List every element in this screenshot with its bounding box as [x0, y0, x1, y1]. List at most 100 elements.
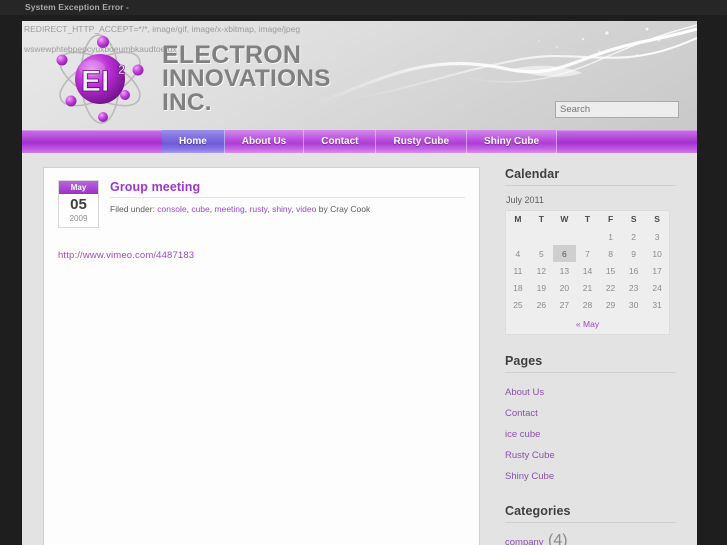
calendar-day	[553, 228, 576, 245]
calendar-prev-month-link[interactable]: « May	[576, 319, 599, 329]
calendar-day[interactable]: 15	[599, 262, 622, 279]
calendar-day[interactable]: 13	[553, 262, 576, 279]
error-overlay-line-1: REDIRECT_HTTP_ACCEPT=*/*, image/gif, ima…	[24, 24, 301, 34]
nav-label: Rusty Cube	[393, 136, 450, 147]
post-by-label: by	[318, 204, 328, 214]
category-link-company[interactable]: company	[505, 537, 544, 545]
page-canvas: REDIRECT_HTTP_ACCEPT=*/*, image/gif, ima…	[22, 21, 697, 545]
calendar-day[interactable]: 29	[599, 296, 622, 313]
post-tag-rusty[interactable]: rusty	[250, 204, 268, 214]
category-count: (4)	[548, 531, 568, 545]
svg-text:EI: EI	[81, 65, 109, 98]
calendar-table: M T W T F S S 1 2 3 4 5 6 7 8 9 10 11 12…	[505, 210, 670, 335]
post-tag-shiny[interactable]: shiny	[272, 204, 291, 214]
categories-heading: Categories	[505, 504, 676, 523]
widget-categories: Categories company (4) computer (7) cons…	[505, 504, 676, 545]
logo-wordmark: ELECTRON INNOVATIONS INC.	[162, 43, 331, 115]
calendar-day[interactable]: 5	[530, 245, 553, 262]
calendar-day[interactable]: 3	[645, 228, 669, 245]
calendar-caption: July 2011	[506, 195, 544, 205]
calendar-day[interactable]: 25	[506, 296, 530, 313]
calendar-day[interactable]: 8	[599, 245, 622, 262]
search-input[interactable]	[555, 101, 679, 118]
logo-line-1: ELECTRON	[162, 41, 302, 69]
calendar-day[interactable]: 20	[553, 279, 576, 296]
post-tag-video[interactable]: video	[296, 204, 316, 214]
list-item: ice cube	[505, 422, 676, 443]
calendar-day[interactable]: 28	[576, 296, 599, 313]
widget-pages: Pages About Us Contact ice cube Rusty Cu…	[505, 354, 676, 485]
calendar-weekday: M	[514, 214, 522, 224]
page-link-shiny-cube[interactable]: Shiny Cube	[505, 471, 554, 482]
calendar-day[interactable]: 1	[599, 228, 622, 245]
calendar-day[interactable]: 7	[576, 245, 599, 262]
widget-calendar: Calendar July 2011 M T W T F S S 1 2 3 4…	[505, 167, 676, 335]
calendar-weekday: T	[538, 214, 544, 224]
calendar-day	[530, 228, 553, 245]
nav-label: About Us	[241, 136, 287, 147]
list-item: company (4)	[505, 530, 676, 545]
calendar-day[interactable]: 12	[530, 262, 553, 279]
calendar-day	[506, 228, 530, 245]
calendar-day[interactable]: 4	[506, 245, 530, 262]
nav-item-contact[interactable]: Contact	[304, 130, 377, 153]
calendar-day[interactable]: 21	[576, 279, 599, 296]
nav-label: Home	[179, 136, 207, 147]
calendar-weekday: W	[560, 214, 569, 224]
calendar-day[interactable]: 23	[622, 279, 645, 296]
nav-item-rusty-cube[interactable]: Rusty Cube	[376, 130, 468, 153]
nav-item-shiny-cube[interactable]: Shiny Cube	[467, 130, 558, 153]
calendar-day[interactable]: 2	[622, 228, 645, 245]
calendar-day[interactable]: 18	[506, 279, 530, 296]
calendar-day[interactable]: 27	[553, 296, 576, 313]
filed-under-label: Filed under:	[110, 204, 155, 214]
window-title: System Exception Error -	[25, 2, 129, 12]
page-link-about-us[interactable]: About Us	[505, 387, 544, 398]
post-title[interactable]: Group meeting	[110, 180, 465, 198]
post-author: Cray Cook	[330, 204, 371, 214]
nav-item-about-us[interactable]: About Us	[224, 130, 305, 153]
window-title-bar: System Exception Error -	[0, 0, 727, 15]
post-meta: Filed under: console, cube, meeting, rus…	[110, 204, 371, 214]
calendar-day[interactable]: 24	[645, 279, 669, 296]
nav-label: Contact	[321, 136, 359, 147]
calendar-day[interactable]: 26	[530, 296, 553, 313]
calendar-day[interactable]: 9	[622, 245, 645, 262]
calendar-day[interactable]: 16	[622, 262, 645, 279]
calendar-day[interactable]: 30	[622, 296, 645, 313]
post-header: May 05 2009 Group meeting Filed under: c…	[58, 180, 465, 228]
sidebar-column: Calendar July 2011 M T W T F S S 1 2 3 4…	[505, 167, 676, 545]
pages-heading: Pages	[505, 354, 676, 373]
calendar-day[interactable]: 14	[576, 262, 599, 279]
calendar-week-row: 11 12 13 14 15 16 17	[506, 262, 670, 279]
page-link-contact[interactable]: Contact	[505, 408, 538, 419]
error-overlay-line-2: wswewphtebpepcyuxboeumbkaudtoefux	[24, 44, 177, 54]
list-item: Shiny Cube	[505, 464, 676, 485]
post-body: Group meeting Filed under: console, cube…	[99, 180, 465, 228]
calendar-weekday: F	[607, 214, 614, 224]
post-date-month: May	[59, 181, 98, 194]
calendar-weekday: S	[630, 214, 637, 224]
list-item: About Us	[505, 380, 676, 401]
calendar-day[interactable]: 22	[599, 279, 622, 296]
calendar-weekday-row: M T W T F S S	[506, 211, 670, 229]
post-tag-console[interactable]: console	[157, 204, 186, 214]
calendar-day-today[interactable]: 6	[552, 245, 576, 262]
nav-item-home[interactable]: Home	[162, 130, 225, 153]
calendar-day[interactable]: 17	[645, 262, 669, 279]
page-link-rusty-cube[interactable]: Rusty Cube	[505, 450, 555, 461]
post-video-link[interactable]: http://www.vimeo.com/4487183	[58, 250, 194, 261]
calendar-day[interactable]: 10	[645, 245, 669, 262]
calendar-day[interactable]: 11	[506, 262, 530, 279]
calendar-weekday: S	[654, 214, 660, 224]
page-link-ice-cube[interactable]: ice cube	[505, 429, 540, 440]
post-tag-meeting[interactable]: meeting	[215, 204, 245, 214]
calendar-day[interactable]: 19	[530, 279, 553, 296]
calendar-week-row: 4 5 6 7 8 9 10	[506, 245, 670, 262]
page-body: May 05 2009 Group meeting Filed under: c…	[22, 153, 697, 545]
calendar-day[interactable]: 31	[645, 296, 669, 313]
logo-line-3: INC.	[162, 89, 212, 116]
calendar-week-row: 18 19 20 21 22 23 24	[506, 279, 670, 296]
calendar-nav-row: « May	[506, 313, 670, 335]
post-tag-cube[interactable]: cube	[191, 204, 209, 214]
